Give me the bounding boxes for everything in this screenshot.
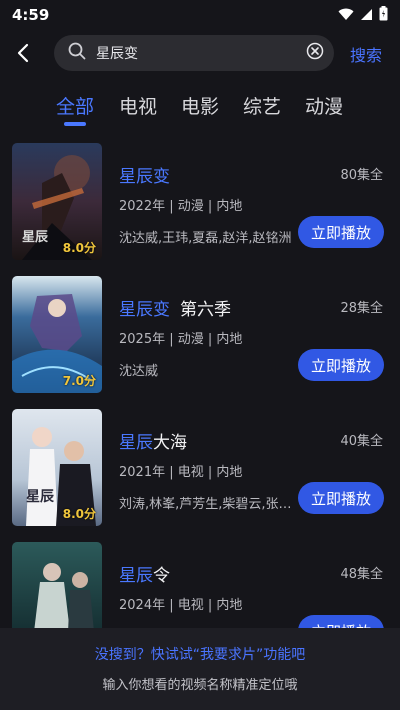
result-title[interactable]: 星辰大海 [119,428,187,453]
tab-variety[interactable]: 综艺 [243,92,281,119]
title-highlight: 星辰 [119,433,153,453]
request-hint-link[interactable]: 没搜到？快试试“我要求片”功能吧 [0,644,400,664]
request-hint-subtext: 输入你想看的视频名称精准定位哦 [102,678,298,693]
status-icons [338,5,388,25]
title-highlight: 星辰 [119,566,153,586]
clear-icon[interactable] [306,42,324,64]
svg-text:星辰: 星辰 [26,489,55,505]
signal-icon [360,6,373,25]
episode-count: 48集全 [340,567,383,582]
tab-anime[interactable]: 动漫 [305,92,343,119]
result-meta: 2024年 | 电视 | 内地 [119,598,243,613]
result-meta: 2025年 | 动漫 | 内地 [119,332,243,347]
result-meta: 2021年 | 电视 | 内地 [119,465,243,480]
title-rest: 令 [153,566,170,586]
play-button[interactable]: 立即播放 [298,216,384,248]
result-cast: 沈达威,王玮,夏磊,赵洋,赵铭洲 [119,231,292,246]
search-query-text[interactable]: 星辰变 [96,43,306,63]
result-cast: 沈达威 [119,364,159,379]
play-button[interactable]: 立即播放 [298,349,384,381]
search-bar-row: 星辰变 搜索 [0,30,400,76]
back-button[interactable] [0,30,46,76]
rating-badge: 8.0分 [62,507,96,521]
result-cast: 刘涛,林峯,芦芳生,柴碧云,张晞临 [119,497,294,512]
status-bar: 4:59 [0,0,400,30]
title-highlight: 星辰变 [119,300,170,320]
status-time: 4:59 [12,6,50,24]
search-icon [68,42,86,64]
episode-count: 80集全 [340,168,383,183]
result-title[interactable]: 星辰变 第六季 [119,295,231,320]
active-tab-indicator [64,122,86,126]
episode-count: 40集全 [340,434,383,449]
search-input[interactable]: 星辰变 [54,35,334,71]
svg-text:星辰: 星辰 [22,230,49,245]
title-highlight: 星辰变 [119,167,170,187]
title-rest: 第六季 [180,300,231,320]
episode-count: 28集全 [340,301,383,316]
request-panel[interactable]: 没搜到？快试试“我要求片”功能吧 输入你想看的视频名称精准定位哦 [0,628,400,710]
rating-badge: 8.0分 [62,241,96,255]
play-button[interactable]: 立即播放 [298,482,384,514]
battery-icon [379,5,388,25]
result-item[interactable]: 星辰 8.0分 星辰变 80集全 2022年 | 动漫 | 内地 沈达威,王玮,… [0,140,400,260]
tab-movie[interactable]: 电影 [181,92,219,119]
rating-badge: 7.0分 [62,374,96,388]
search-button[interactable]: 搜索 [350,42,382,66]
result-title[interactable]: 星辰变 [119,162,170,187]
tab-all[interactable]: 全部 [56,92,94,119]
result-item[interactable]: 星辰 8.0分 星辰大海 40集全 2021年 | 电视 | 内地 刘涛,林峯,… [0,406,400,526]
tab-tv[interactable]: 电视 [119,92,157,119]
title-rest: 大海 [153,433,187,453]
result-title[interactable]: 星辰令 [119,561,170,586]
result-meta: 2022年 | 动漫 | 内地 [119,199,243,214]
poster-image[interactable]: 7.0分 [12,276,102,393]
category-tabs: 全部 电视 电影 综艺 动漫 [0,88,400,128]
wifi-icon [338,6,354,25]
poster-image[interactable]: 星辰 8.0分 [12,409,102,526]
result-item[interactable]: 7.0分 星辰变 第六季 28集全 2025年 | 动漫 | 内地 沈达威 立即播… [0,273,400,393]
back-arrow-icon [17,43,29,63]
poster-image[interactable]: 星辰 8.0分 [12,143,102,260]
